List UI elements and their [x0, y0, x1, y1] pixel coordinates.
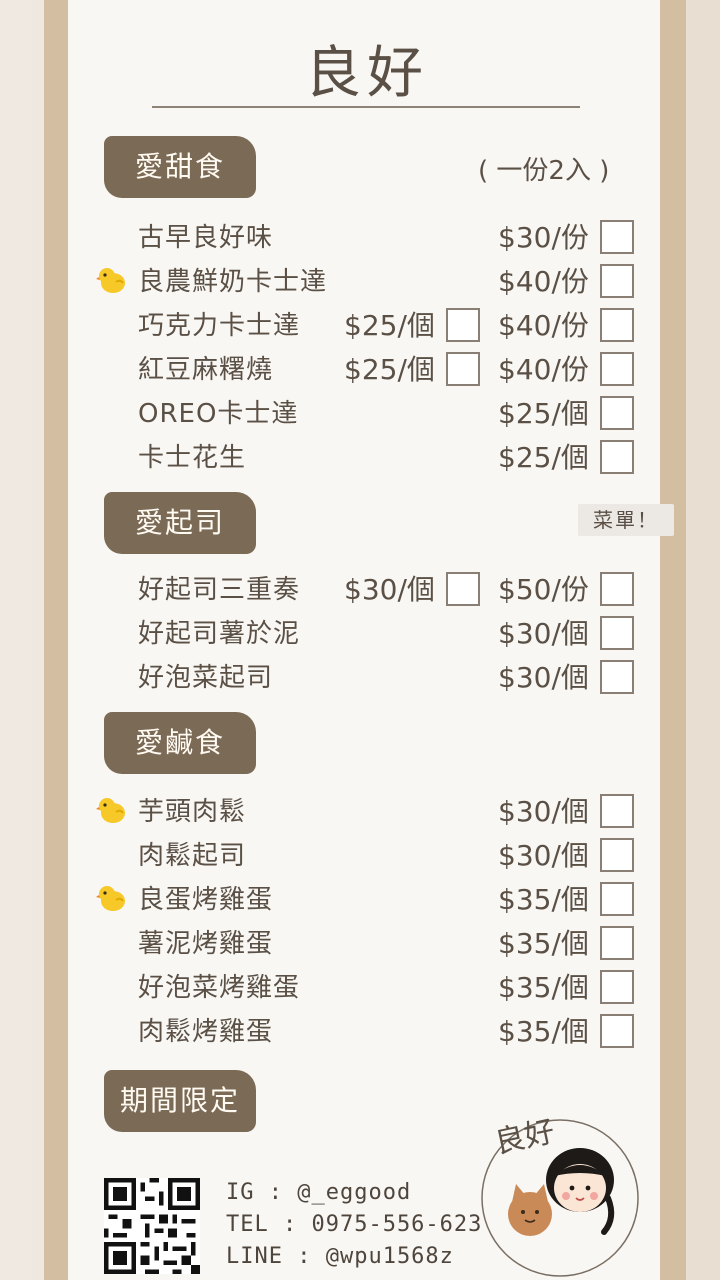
item-name: OREO卡士達	[138, 399, 299, 429]
item-price: $30/個	[498, 795, 589, 828]
item-name: 好泡菜烤雞蛋	[138, 973, 301, 1003]
menu-row: 肉鬆烤雞蛋 $35/個	[0, 1010, 720, 1054]
menu-row: 肉鬆起司 $30/個	[0, 834, 720, 878]
contact-instagram: IG : @_eggood	[226, 1180, 412, 1205]
section-tag-savory: 愛鹹食	[104, 712, 256, 774]
page-title: 良好	[305, 41, 429, 106]
item-price: $40/份	[498, 353, 589, 386]
item-price: $25/個	[498, 397, 589, 430]
order-checkbox[interactable]	[600, 616, 634, 650]
item-price: $30/個	[498, 661, 589, 694]
order-checkbox[interactable]	[600, 926, 634, 960]
item-name: 肉鬆起司	[138, 841, 247, 871]
menu-row: 好起司薯於泥 $30/個	[0, 612, 720, 656]
order-checkbox[interactable]	[600, 396, 634, 430]
order-checkbox[interactable]	[600, 970, 634, 1004]
menu-row: 古早良好味 $30/份	[0, 216, 720, 260]
item-name: 古早良好味	[138, 223, 274, 253]
menu-row: 紅豆麻糬燒 $25/個 $40/份	[0, 348, 720, 392]
order-checkbox[interactable]	[600, 264, 634, 298]
item-price: $35/個	[498, 971, 589, 1004]
section-tag-limited: 期間限定	[104, 1070, 256, 1132]
item-price: $30/份	[498, 221, 589, 254]
order-checkbox[interactable]	[600, 352, 634, 386]
item-price: $35/個	[498, 1015, 589, 1048]
item-price: $50/份	[498, 573, 589, 606]
order-checkbox[interactable]	[600, 220, 634, 254]
menu-button[interactable]: 菜單！	[578, 504, 674, 536]
item-name: 卡士花生	[138, 443, 247, 473]
order-checkbox[interactable]	[600, 440, 634, 474]
item-single-price: $30/個	[344, 573, 435, 606]
item-name: 肉鬆烤雞蛋	[138, 1017, 274, 1047]
chick-icon	[96, 798, 125, 823]
order-checkbox[interactable]	[600, 572, 634, 606]
order-checkbox-single[interactable]	[446, 572, 480, 606]
order-checkbox[interactable]	[600, 308, 634, 342]
menu-row: 好泡菜烤雞蛋 $35/個	[0, 966, 720, 1010]
item-price: $30/個	[498, 617, 589, 650]
menu-row: 良農鮮奶卡士達 $40/份	[0, 260, 720, 304]
item-price: $35/個	[498, 927, 589, 960]
menu-row: 巧克力卡士達 $25/個 $40/份	[0, 304, 720, 348]
qr-code-icon[interactable]	[104, 1178, 200, 1274]
order-checkbox[interactable]	[600, 838, 634, 872]
chick-icon	[96, 886, 125, 911]
menu-row: OREO卡士達 $25/個	[0, 392, 720, 436]
menu-row: 卡士花生 $25/個	[0, 436, 720, 480]
item-single-price: $25/個	[344, 353, 435, 386]
portion-note: ( 一份2入 )	[478, 156, 610, 186]
item-price: $25/個	[498, 441, 589, 474]
section-tag-cheese: 愛起司	[104, 492, 256, 554]
item-name: 巧克力卡士達	[138, 311, 301, 341]
item-name: 良農鮮奶卡士達	[138, 267, 328, 297]
item-single-price: $25/個	[344, 309, 435, 342]
menu-row: 良蛋烤雞蛋 $35/個	[0, 878, 720, 922]
item-name: 好起司三重奏	[138, 575, 301, 605]
item-name: 好泡菜起司	[138, 663, 274, 693]
order-checkbox-single[interactable]	[446, 352, 480, 386]
chick-icon	[96, 268, 125, 293]
order-checkbox[interactable]	[600, 794, 634, 828]
item-price: $40/份	[498, 265, 589, 298]
contact-phone: TEL : 0975-556-623	[226, 1212, 483, 1237]
menu-row: 好起司三重奏 $30/個 $50/份	[0, 568, 720, 612]
order-checkbox[interactable]	[600, 660, 634, 694]
item-name: 紅豆麻糬燒	[138, 355, 274, 385]
menu-row: 芋頭肉鬆 $30/個	[0, 790, 720, 834]
menu-row: 好泡菜起司 $30/個	[0, 656, 720, 700]
item-price: $35/個	[498, 883, 589, 916]
order-checkbox-single[interactable]	[446, 308, 480, 342]
item-price: $30/個	[498, 839, 589, 872]
item-name: 芋頭肉鬆	[138, 797, 247, 827]
order-checkbox[interactable]	[600, 1014, 634, 1048]
section-tag-sweet: 愛甜食	[104, 136, 256, 198]
item-name: 薯泥烤雞蛋	[138, 929, 274, 959]
contact-line: LINE : @wpu1568z	[226, 1244, 454, 1269]
title-divider	[152, 106, 580, 108]
item-name: 好起司薯於泥	[138, 619, 301, 649]
order-checkbox[interactable]	[600, 882, 634, 916]
item-name: 良蛋烤雞蛋	[138, 885, 274, 915]
item-price: $40/份	[498, 309, 589, 342]
menu-row: 薯泥烤雞蛋 $35/個	[0, 922, 720, 966]
